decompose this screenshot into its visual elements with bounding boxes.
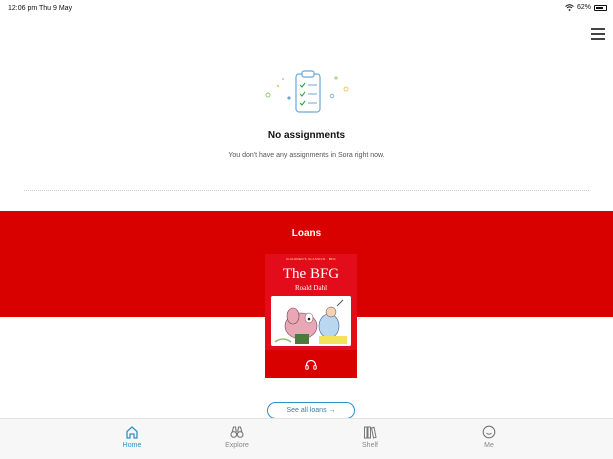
assignments-empty-description: You don't have any assignments in Sora r… [228, 152, 385, 159]
bottom-tab-bar: Home Explore Shelf Me [0, 418, 613, 459]
loans-title: Loans [291, 228, 322, 239]
section-divider [24, 190, 589, 191]
tab-shelf-label: Shelf [362, 442, 378, 449]
menu-icon-line [591, 38, 605, 40]
tab-me[interactable]: Me [459, 425, 519, 449]
tab-explore[interactable]: Explore [207, 425, 267, 449]
book-cover[interactable]: CHILDREN'S CLASSICS · BFG The BFG Roald … [265, 254, 357, 350]
home-icon [126, 426, 138, 439]
book-author: Roald Dahl [294, 284, 328, 292]
book-title: The BFG [282, 266, 340, 282]
tab-home-label: Home [122, 442, 142, 449]
menu-icon-line [591, 28, 605, 30]
assignments-empty-title: No assignments [267, 130, 346, 141]
tab-shelf[interactable]: Shelf [340, 425, 400, 449]
giant-illustration [271, 296, 351, 346]
status-indicators: 62% [565, 4, 607, 11]
clipboard-checklist-icon [265, 70, 349, 113]
menu-icon-line [591, 33, 605, 35]
status-time: 12:06 pm Thu 9 May [8, 5, 73, 12]
status-bar: 12:06 pm Thu 9 May 62% [0, 0, 613, 16]
headphones-icon [305, 359, 317, 370]
see-all-loans-button[interactable]: See all loans → [267, 402, 355, 419]
tab-me-label: Me [484, 442, 494, 449]
loan-book-card[interactable]: CHILDREN'S CLASSICS · BFG The BFG Roald … [263, 254, 359, 378]
tab-explore-label: Explore [225, 442, 249, 449]
battery-percent: 62% [576, 4, 591, 11]
smiley-icon [482, 425, 496, 439]
menu-button[interactable] [591, 28, 605, 40]
tab-home[interactable]: Home [102, 425, 162, 449]
shelf-icon [364, 426, 377, 439]
wifi-icon [565, 4, 574, 11]
binoculars-icon [230, 426, 244, 438]
listen-audiobook-button[interactable] [265, 350, 357, 378]
battery-icon [594, 4, 607, 11]
book-series: CHILDREN'S CLASSICS · BFG [286, 257, 336, 261]
